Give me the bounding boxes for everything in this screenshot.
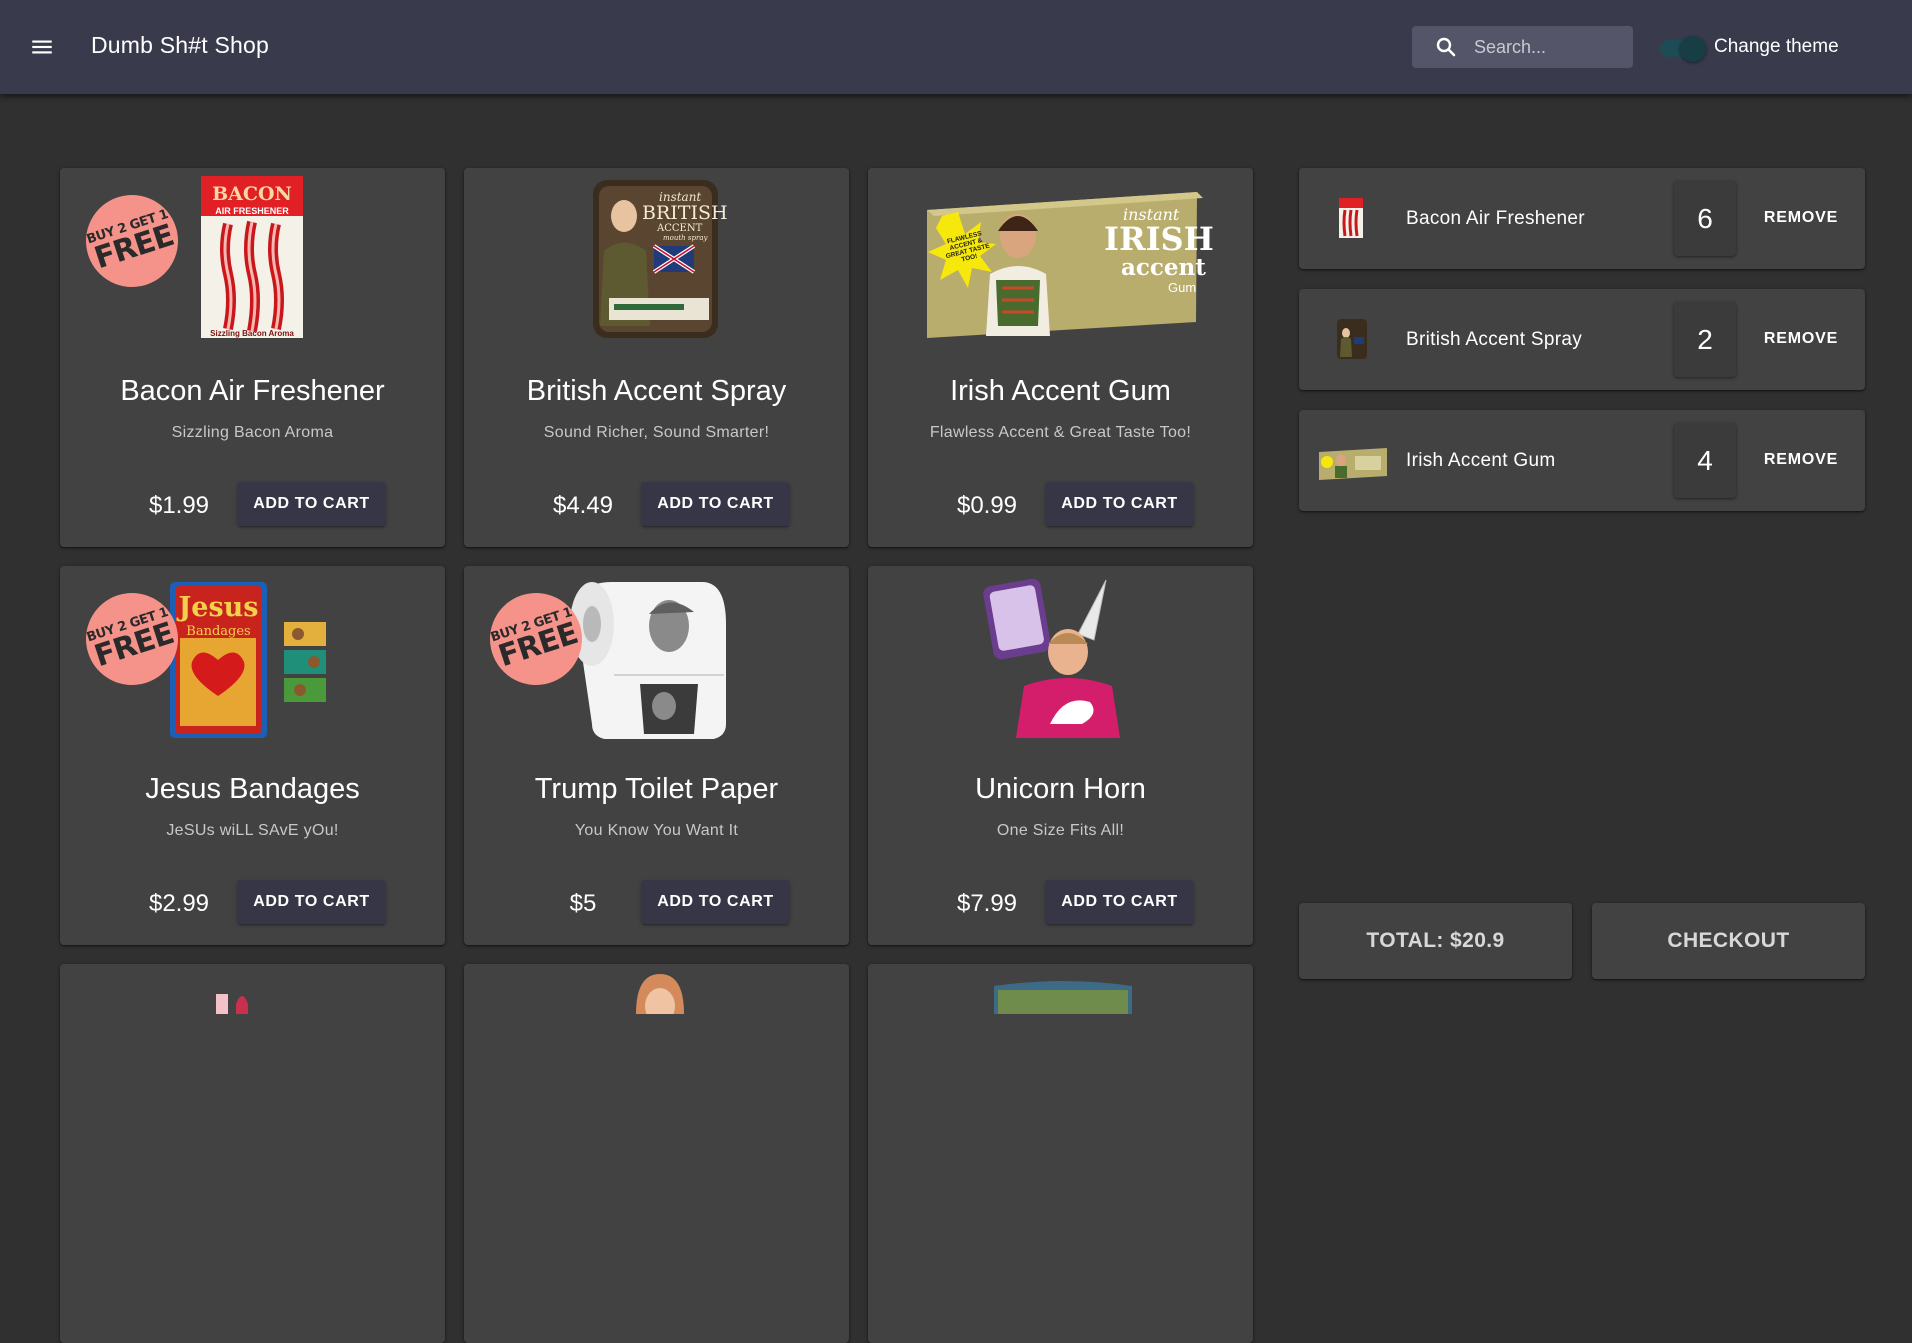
add-to-cart-button[interactable]: ADD TO CART xyxy=(641,880,790,924)
toggle-thumb xyxy=(1680,36,1706,62)
product-card xyxy=(868,964,1253,1343)
product-card: BACON AIR FRESHENER Sizzling Bacon Aroma… xyxy=(60,168,445,547)
theme-toggle-switch[interactable] xyxy=(1660,33,1706,62)
british-accent-spray-image xyxy=(593,180,718,338)
product-price: $7.99 xyxy=(956,890,1018,917)
product-card: BUY 2 GET 1 FREE Trump Toilet Paper You … xyxy=(464,566,849,945)
product-card: Unicorn Horn One Size Fits All! $7.99 AD… xyxy=(868,566,1253,945)
cart-item-quantity[interactable]: 2 xyxy=(1674,302,1736,377)
search-box[interactable] xyxy=(1412,26,1633,68)
cart-item-quantity[interactable]: 6 xyxy=(1674,181,1736,256)
cart-item-thumbnail xyxy=(1317,311,1389,369)
cart-item-thumbnail xyxy=(1317,432,1389,490)
cart-item-quantity[interactable]: 4 xyxy=(1674,423,1736,498)
product-description: Sound Richer, Sound Smarter! xyxy=(543,424,770,441)
product-card xyxy=(464,964,849,1343)
product-card xyxy=(60,964,445,1343)
add-to-cart-button[interactable]: ADD TO CART xyxy=(1045,880,1194,924)
product-description: One Size Fits All! xyxy=(996,822,1125,839)
unicorn-horn-image xyxy=(983,578,1120,738)
add-to-cart-button[interactable]: ADD TO CART xyxy=(1045,482,1194,526)
product-name: Bacon Air Freshener xyxy=(120,375,385,407)
product-image xyxy=(994,981,1132,1014)
product-card: Jesus Bandages BUY 2 GET 1 FREE Jesus Ba… xyxy=(60,566,445,945)
cart-item: Irish Accent Gum 4 REMOVE xyxy=(1299,410,1865,511)
product-image xyxy=(636,974,684,1024)
product-price: $1.99 xyxy=(148,492,210,519)
product-image xyxy=(868,574,1253,739)
product-name: Irish Accent Gum xyxy=(950,375,1171,407)
package-label: AIR FRESHENER xyxy=(215,206,289,216)
cart-item-name: Bacon Air Freshener xyxy=(1406,208,1585,229)
package-label: Jesus xyxy=(178,592,259,623)
remove-button[interactable]: REMOVE xyxy=(1751,318,1851,360)
theme-toggle-label: Change theme xyxy=(1714,36,1839,57)
checkout-button[interactable]: CHECKOUT xyxy=(1592,903,1865,979)
product-image: Jesus Bandages BUY 2 GET 1 FREE xyxy=(60,574,445,739)
package-label: accent xyxy=(1121,254,1206,281)
product-name: Jesus Bandages xyxy=(145,773,360,805)
product-image xyxy=(216,994,248,1014)
menu-button[interactable] xyxy=(22,27,62,67)
product-image: BACON AIR FRESHENER Sizzling Bacon Aroma… xyxy=(60,176,445,341)
product-image: instant BRITISH ACCENT mouth spray xyxy=(464,176,849,341)
app-bar: Dumb Sh#t Shop Change theme xyxy=(0,0,1912,94)
product-price: $2.99 xyxy=(148,890,210,917)
product-description: JeSUs wiLL SAvE yOu! xyxy=(166,822,339,839)
cart-item-name: Irish Accent Gum xyxy=(1406,450,1556,471)
product-image: instant IRISH accent Gum FLAWLESS ACCENT… xyxy=(868,176,1253,341)
package-label: ACCENT xyxy=(657,223,703,234)
product-image: BUY 2 GET 1 FREE xyxy=(464,574,849,740)
product-price: $0.99 xyxy=(956,492,1018,519)
app-title: Dumb Sh#t Shop xyxy=(91,32,269,58)
add-to-cart-button[interactable]: ADD TO CART xyxy=(641,482,790,526)
product-name: Trump Toilet Paper xyxy=(534,773,779,805)
package-label: Sizzling Bacon Aroma xyxy=(210,329,294,338)
package-label: BACON xyxy=(212,183,292,205)
cart-item-name: British Accent Spray xyxy=(1406,329,1583,350)
product-price: $5 xyxy=(569,890,597,917)
search-icon xyxy=(1436,37,1456,57)
cart-item: British Accent Spray 2 REMOVE xyxy=(1299,289,1865,390)
cart-item-thumbnail xyxy=(1317,190,1389,248)
hamburger-menu-icon xyxy=(32,40,52,54)
package-label: Gum xyxy=(1168,280,1197,295)
package-label: BRITISH xyxy=(642,202,728,224)
cart-item: Bacon Air Freshener 6 REMOVE xyxy=(1299,168,1865,269)
product-description: You Know You Want It xyxy=(574,822,739,839)
product-name: British Accent Spray xyxy=(526,375,787,407)
remove-button[interactable]: REMOVE xyxy=(1751,197,1851,239)
product-description: Flawless Accent & Great Taste Too! xyxy=(929,424,1192,441)
package-label: mouth spray xyxy=(663,234,708,242)
package-label: Bandages xyxy=(186,624,251,639)
product-name: Unicorn Horn xyxy=(975,773,1146,805)
add-to-cart-button[interactable]: ADD TO CART xyxy=(237,880,386,924)
add-to-cart-button[interactable]: ADD TO CART xyxy=(237,482,386,526)
product-price: $4.49 xyxy=(552,492,614,519)
product-card: instant IRISH accent Gum FLAWLESS ACCENT… xyxy=(868,168,1253,547)
product-description: Sizzling Bacon Aroma xyxy=(171,424,334,441)
search-input[interactable] xyxy=(1474,36,1624,58)
package-label: IRISH xyxy=(1104,220,1214,258)
product-card: instant BRITISH ACCENT mouth spray Briti… xyxy=(464,168,849,547)
remove-button[interactable]: REMOVE xyxy=(1751,439,1851,481)
cart-total: TOTAL: $20.9 xyxy=(1299,903,1572,979)
